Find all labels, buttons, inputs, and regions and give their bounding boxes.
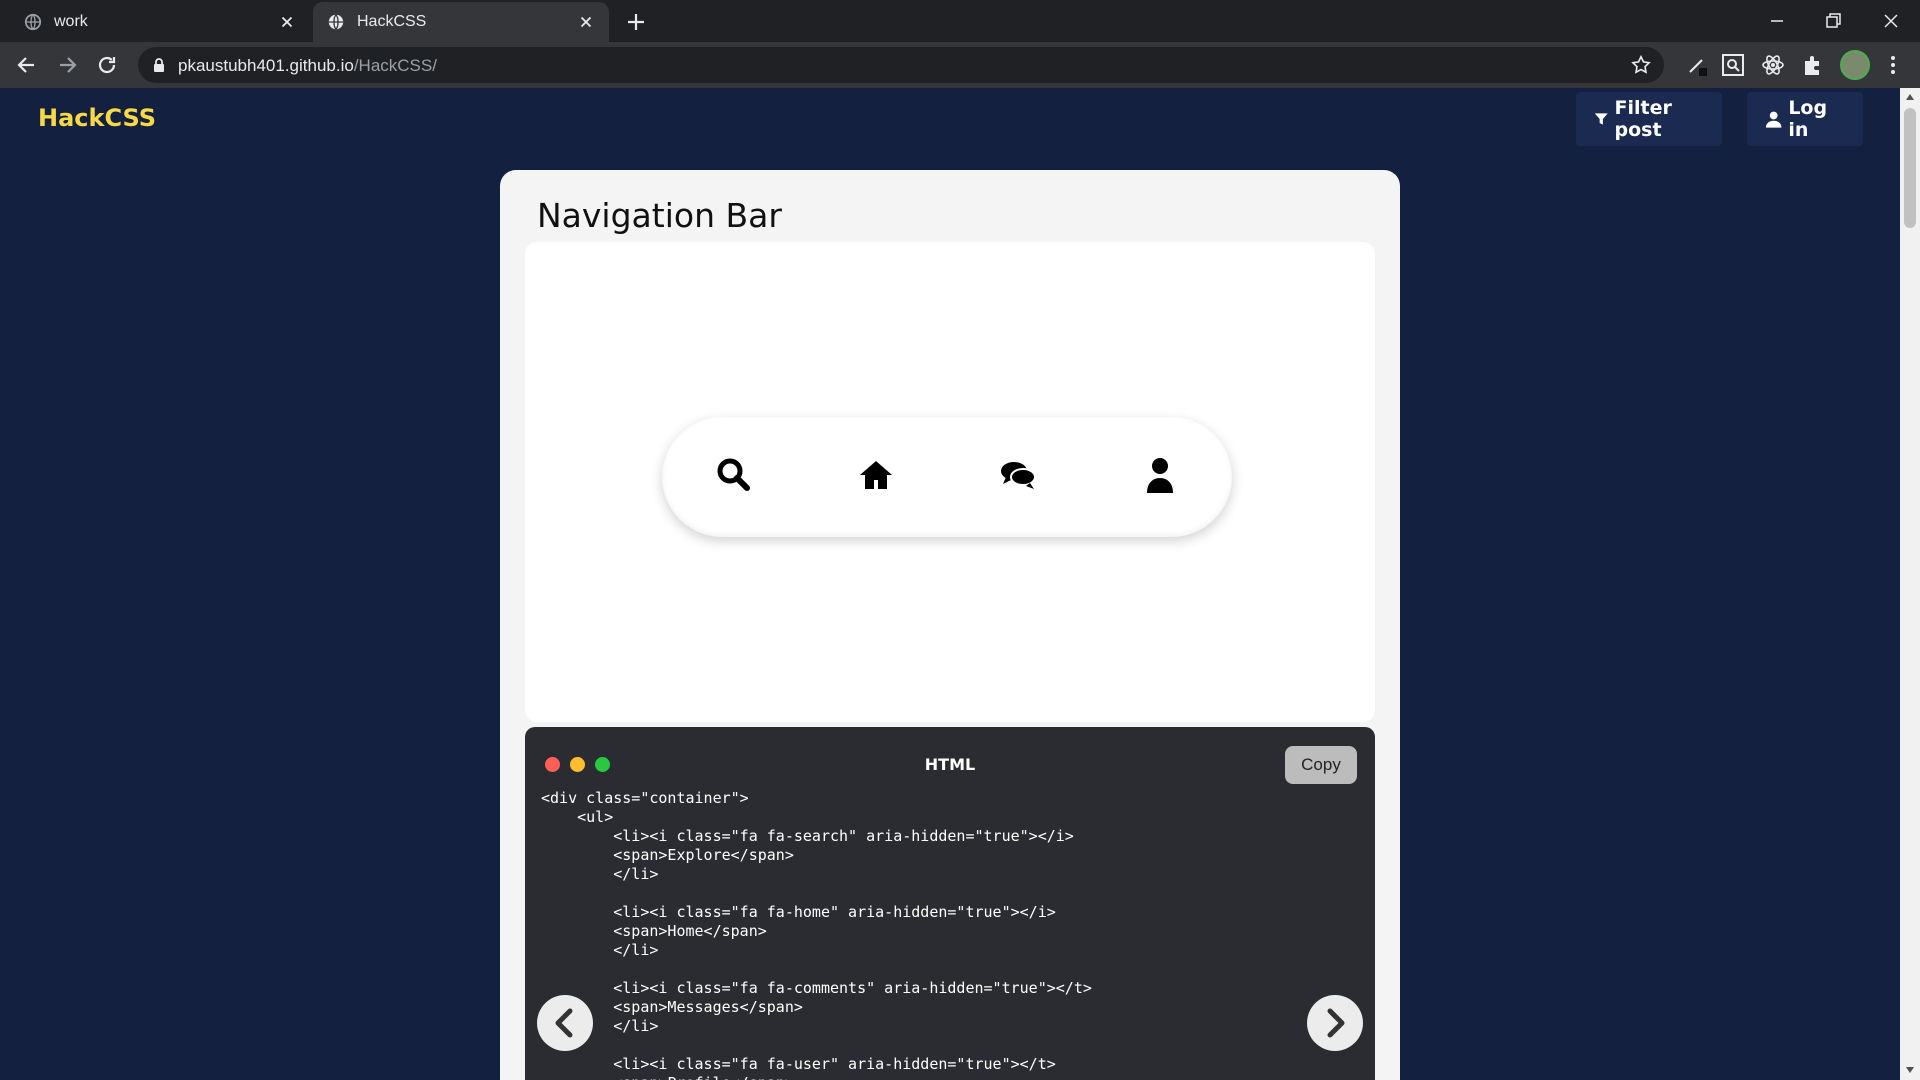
reload-icon[interactable] (94, 52, 120, 78)
user-icon (1147, 458, 1173, 493)
tab-title: work (54, 13, 88, 30)
browser-chrome: work HackCSS pkaustubh401.github.io/Hack… (0, 0, 1920, 88)
forward-arrow-icon[interactable] (54, 52, 80, 78)
log-in-label: Log in (1788, 97, 1828, 141)
bookmark-star-icon[interactable] (1630, 54, 1652, 76)
close-window-icon[interactable] (1876, 6, 1906, 36)
kebab-menu-icon[interactable] (1880, 52, 1906, 78)
scroll-up-arrow-icon[interactable] (1905, 93, 1915, 101)
profile-avatar[interactable] (1840, 50, 1870, 80)
globe-icon (328, 14, 344, 30)
copy-button[interactable]: Copy (1285, 746, 1357, 784)
lock-icon[interactable] (150, 56, 168, 74)
navigation-bar-preview (662, 417, 1232, 537)
post-title: Navigation Bar (537, 196, 782, 235)
code-block[interactable]: <div class="container"> <ul> <li><i clas… (541, 789, 1092, 1080)
user-icon (1765, 111, 1782, 128)
globe-icon (24, 13, 42, 31)
restore-icon[interactable] (1818, 6, 1848, 36)
screenshot-extension-icon[interactable] (1720, 52, 1746, 78)
close-tab-icon[interactable] (577, 13, 595, 31)
previous-button[interactable] (537, 995, 593, 1051)
site-logo[interactable]: HackCSS (38, 104, 156, 132)
post-card: Navigation Bar HTML Copy <div class="con… (500, 170, 1400, 1080)
comments-icon (1001, 462, 1036, 489)
new-tab-icon[interactable] (624, 10, 648, 34)
search-icon (717, 458, 750, 491)
browser-toolbar: pkaustubh401.github.io/HackCSS/ (0, 42, 1920, 88)
tab-work[interactable]: work (10, 2, 310, 42)
tab-strip: work HackCSS (0, 0, 1920, 42)
tab-title: HackCSS (357, 13, 427, 30)
address-bar[interactable]: pkaustubh401.github.io/HackCSS/ (138, 47, 1664, 83)
url-host: pkaustubh401.github.io (178, 56, 354, 75)
tab-hackcss[interactable]: HackCSS (313, 2, 609, 42)
puzzle-extensions-icon[interactable] (1800, 52, 1826, 78)
home-icon (860, 461, 892, 489)
page-scrollbar[interactable] (1900, 88, 1920, 1080)
url-path: /HackCSS/ (353, 56, 437, 75)
pen-extension-icon[interactable] (1684, 52, 1710, 78)
code-language-title: HTML (924, 755, 976, 774)
url-text[interactable]: pkaustubh401.github.io/HackCSS/ (178, 56, 437, 76)
filter-icon (1594, 113, 1608, 125)
scrollbar-thumb[interactable] (1904, 108, 1916, 228)
minimize-icon[interactable] (1762, 6, 1792, 36)
preview-panel (525, 242, 1375, 722)
log-in-button[interactable]: Log in (1747, 92, 1863, 146)
code-panel: HTML Copy <div class="container"> <ul> <… (525, 727, 1375, 1080)
chevron-right-icon (1327, 1008, 1345, 1038)
next-button[interactable] (1307, 995, 1363, 1051)
chevron-left-icon (555, 1008, 573, 1038)
close-tab-icon[interactable] (278, 13, 296, 31)
back-arrow-icon[interactable] (14, 52, 40, 78)
react-extension-icon[interactable] (1760, 52, 1786, 78)
filter-post-button[interactable]: Filter post (1576, 92, 1722, 146)
page-content: HackCSS Filter post Log in Navigation Ba… (0, 88, 1900, 1080)
filter-post-label: Filter post (1614, 97, 1672, 141)
scroll-down-arrow-icon[interactable] (1905, 1066, 1915, 1074)
